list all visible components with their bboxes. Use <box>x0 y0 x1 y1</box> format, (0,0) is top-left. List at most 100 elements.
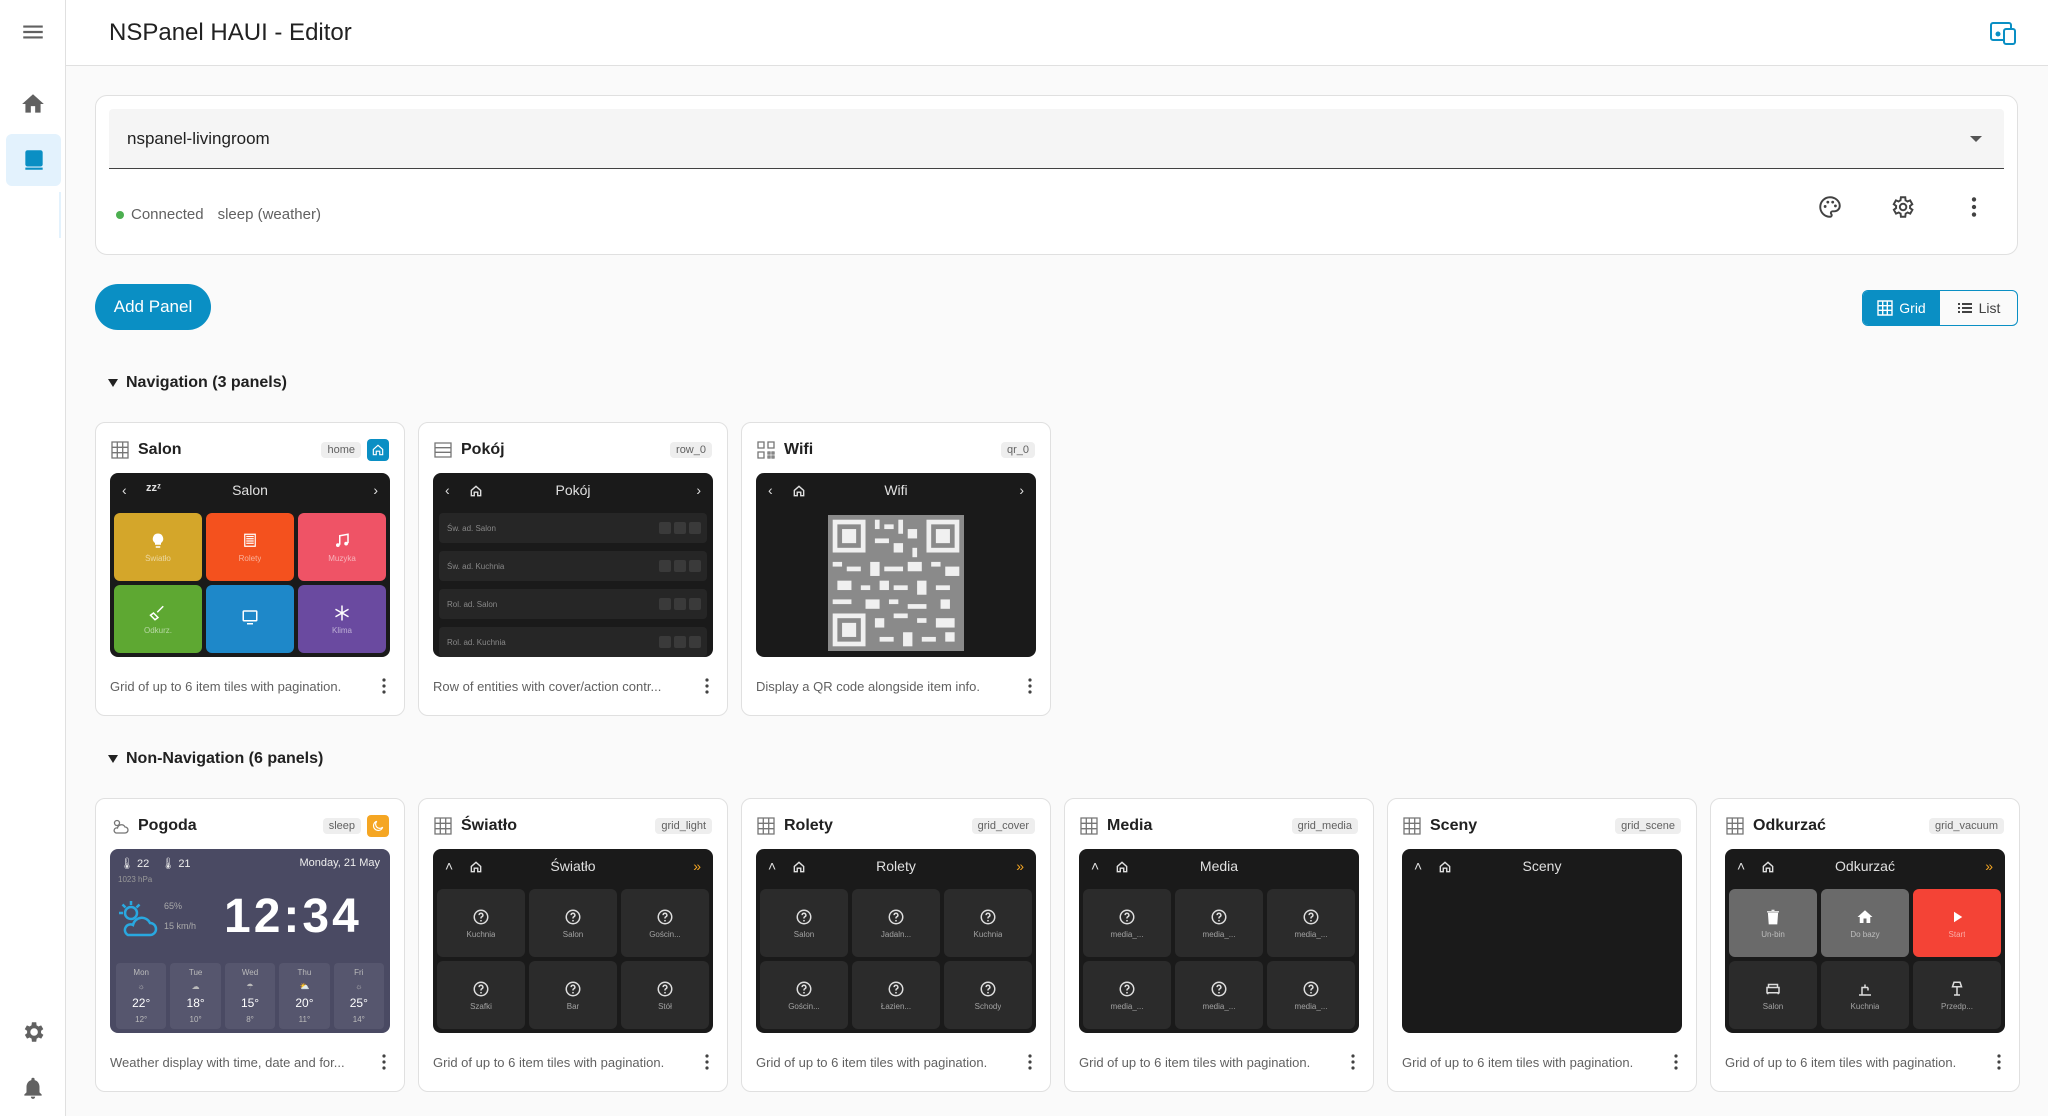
panel-card-salon[interactable]: Salon home ‹ zzᶻ Salon › Światło Rolety … <box>95 422 405 716</box>
status-dot-icon <box>116 210 124 219</box>
forecast-day: Fri ☼ 25° 14° <box>333 963 385 1029</box>
help-circle-icon <box>1119 909 1135 924</box>
panel-card-pogoda[interactable]: Pogoda sleep 🌡 22 🌡 21 Monday, 21 May 10… <box>95 798 405 1092</box>
panel-card-header: Rolety grid_cover <box>757 813 1035 839</box>
preview-rows: Św. ad. Salon Św. ad. Kuchnia Rol. ad. S… <box>439 513 707 657</box>
tile: Do bazy <box>1821 889 1909 957</box>
more-vertical-icon[interactable] <box>701 1053 713 1071</box>
panel-card-header: Wifi qr_0 <box>757 437 1035 463</box>
more-vertical-icon[interactable] <box>378 1053 390 1071</box>
panel-card-pokoj[interactable]: Pokój row_0 ‹ Pokój › Św. ad. Salon Św. … <box>418 422 728 716</box>
section-non-navigation-toggle[interactable]: Non-Navigation (6 panels) <box>108 750 323 768</box>
preview-tiles: Światło Rolety Muzyka Odkurz. Klima <box>114 513 386 653</box>
tile: Bar <box>529 961 617 1029</box>
sidebar-item-notifications[interactable] <box>0 1062 66 1114</box>
sidebar-item-settings[interactable] <box>0 1006 66 1058</box>
help-circle-icon <box>657 981 673 996</box>
preview-title: Odkurzać <box>1835 858 1895 874</box>
view-grid-option[interactable]: Grid <box>1863 291 1940 325</box>
preview-row: Św. ad. Kuchnia <box>439 551 707 581</box>
more-vertical-icon[interactable] <box>701 677 713 695</box>
palette-icon[interactable] <box>1817 194 1843 220</box>
more-vertical-icon[interactable] <box>378 677 390 695</box>
page-title: NSPanel HAUI - Editor <box>109 19 352 46</box>
preview-tiles: Kuchnia Salon Gościn... Szafki Bar Stół <box>437 889 709 1029</box>
tile: media_... <box>1083 961 1171 1029</box>
device-select[interactable]: nspanel-livingroom <box>109 109 2004 169</box>
sidebar-item-home[interactable] <box>0 78 66 130</box>
panel-description: Weather display with time, date and for.… <box>110 1055 345 1070</box>
panel-name: Rolety <box>784 817 833 834</box>
preview-row: Rol. ad. Kuchnia <box>439 627 707 657</box>
forecast-day-name: Mon <box>133 968 149 978</box>
tile: media_... <box>1175 889 1263 957</box>
view-list-option[interactable]: List <box>1940 291 2017 325</box>
tile-label: Jadaln... <box>880 929 912 939</box>
forecast-day: Tue ☁ 18° 10° <box>170 963 221 1029</box>
more-vertical-icon[interactable] <box>1347 1053 1359 1071</box>
gear-icon <box>24 1022 44 1042</box>
panel-preview: ˄ Media media_... media_... media_... me… <box>1079 849 1359 1033</box>
tile-label: media_... <box>1294 1001 1328 1011</box>
panel-description: Grid of up to 6 item tiles with paginati… <box>110 679 342 694</box>
more-vertical-icon[interactable] <box>1024 1053 1036 1071</box>
home-badge <box>367 439 389 461</box>
cloud-icon: ☁ <box>191 982 200 992</box>
tile-label: Bar <box>566 1001 580 1011</box>
gear-icon[interactable] <box>1889 194 1915 220</box>
broom-icon <box>149 605 164 621</box>
forecast-day-name: Thu <box>297 968 312 978</box>
help-circle-icon <box>473 981 489 996</box>
help-circle-icon <box>1303 981 1319 996</box>
panel-description: Grid of up to 6 item tiles with paginati… <box>1725 1055 1957 1070</box>
sidebar-scroll-indicator <box>59 192 61 238</box>
tile <box>206 585 294 653</box>
tile: Światło <box>114 513 202 581</box>
forecast-day: Wed ☂ 15° 8° <box>224 963 276 1029</box>
preview-title: Media <box>1199 858 1239 874</box>
more-vertical-icon[interactable] <box>1024 677 1036 695</box>
panel-tag: grid_vacuum <box>1929 818 2004 834</box>
pressure: 1023 hPa <box>118 875 153 884</box>
list-icon <box>1957 303 1972 313</box>
device-card: nspanel-livingroom Connected sleep (weat… <box>95 95 2018 255</box>
tile-label: Klima <box>331 625 352 635</box>
row-label: Rol. ad. Kuchnia <box>447 637 506 647</box>
tile: Un-bin <box>1729 889 1817 957</box>
grid-panel-icon <box>1726 817 1744 835</box>
devices-icon[interactable] <box>1989 20 2017 46</box>
triangle-down-icon <box>108 755 118 763</box>
panel-card-sceny[interactable]: Sceny grid_scene ˄ Sceny Grid of up to 6… <box>1387 798 1697 1092</box>
preview-header: ˄ Odkurzać » <box>1725 849 2005 883</box>
preview-header: ˄ Sceny <box>1402 849 1682 883</box>
more-vertical-icon[interactable] <box>1670 1053 1682 1071</box>
panel-card-wifi[interactable]: Wifi qr_0 ‹ Wifi › Display a QR code alo… <box>741 422 1051 716</box>
panel-card-odkurzac[interactable]: Odkurzać grid_vacuum ˄ Odkurzać » Un-bin… <box>1710 798 2020 1092</box>
tile: media_... <box>1267 889 1355 957</box>
panel-preview: ‹ Wifi › <box>756 473 1036 657</box>
panel-card-header: Media grid_media <box>1080 813 1358 839</box>
hamburger-icon <box>23 25 43 39</box>
help-circle-icon <box>565 909 581 924</box>
blinds-icon <box>244 533 256 547</box>
panel-name: Salon <box>138 441 182 458</box>
panel-tag: row_0 <box>670 442 712 458</box>
help-circle-icon <box>657 909 673 924</box>
panel-card-swiatlo[interactable]: Światło grid_light ˄ Światło » Kuchnia S… <box>418 798 728 1092</box>
more-vertical-icon[interactable] <box>1961 194 1987 220</box>
panel-card-media[interactable]: Media grid_media ˄ Media media_... media… <box>1064 798 1374 1092</box>
section-navigation-toggle[interactable]: Navigation (3 panels) <box>108 374 287 392</box>
grid-panel-icon <box>1403 817 1421 835</box>
tile-label: Muzyka <box>328 553 356 563</box>
tile-label: Un-bin <box>1761 929 1785 939</box>
add-panel-button[interactable]: Add Panel <box>95 284 211 330</box>
menu-button[interactable] <box>0 6 66 58</box>
panel-card-rolety[interactable]: Rolety grid_cover ˄ Rolety » Salon Jadal… <box>741 798 1051 1092</box>
forecast-day-name: Tue <box>188 968 203 978</box>
more-vertical-icon[interactable] <box>1993 1053 2005 1071</box>
sidebar-item-editor[interactable] <box>6 134 61 186</box>
sofa-icon <box>1766 983 1780 994</box>
bell-icon <box>24 1077 42 1099</box>
panel-preview: ˄ Odkurzać » Un-bin Do bazy Start Salon … <box>1725 849 2005 1033</box>
sun-icon: ☼ <box>355 982 363 992</box>
